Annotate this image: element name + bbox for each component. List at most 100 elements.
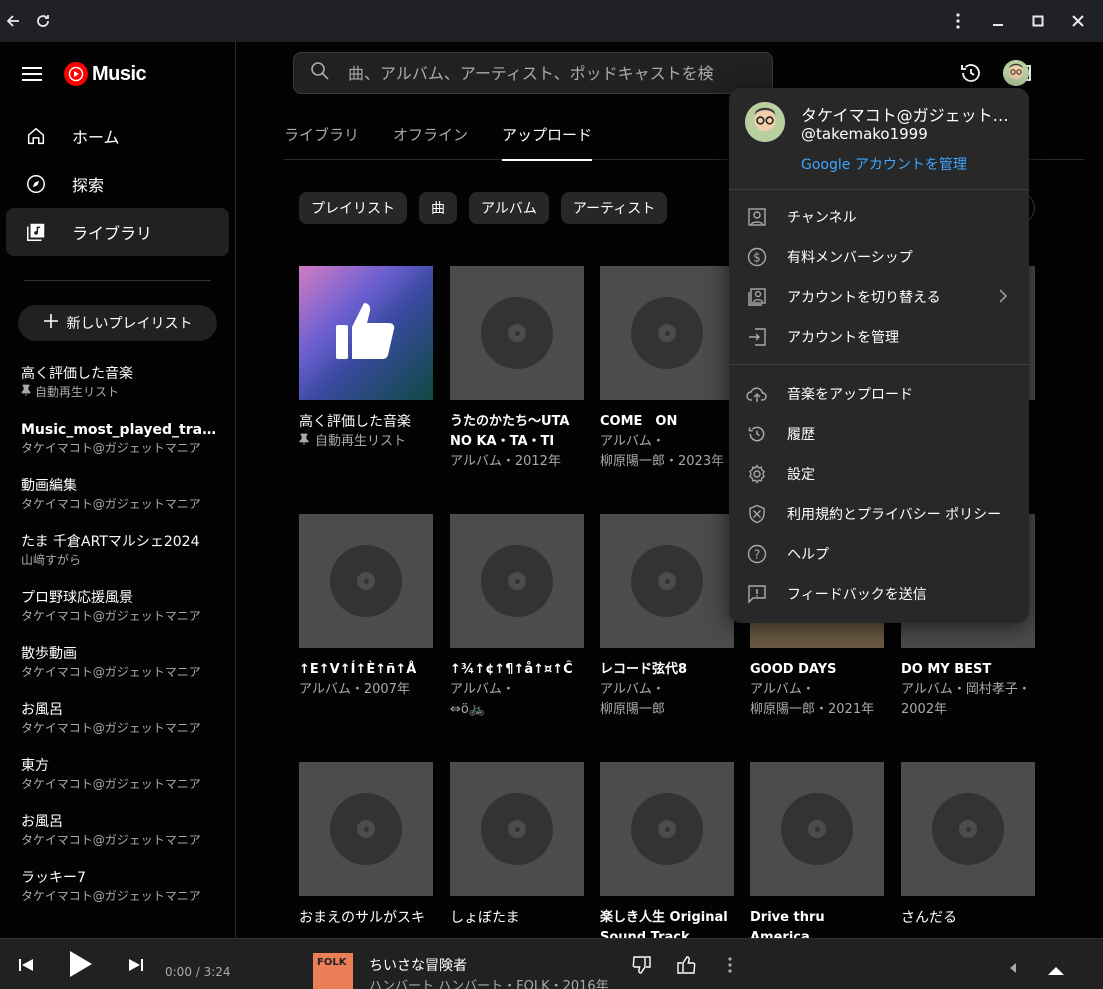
kebab-menu-icon[interactable] (947, 10, 969, 32)
album-thumb (901, 762, 1035, 896)
album-card[interactable]: レコード弦代8 アルバム・ 柳原陽一郎 (600, 514, 734, 720)
search-box[interactable] (293, 52, 773, 94)
menu-item-feedback[interactable]: フィードバックを送信 (729, 574, 1029, 614)
card-sub: 柳原陽一郎・2021年 (750, 702, 875, 717)
previous-track-icon[interactable] (18, 957, 34, 977)
playlist-item[interactable]: お風呂 タケイマコト@ガジェットマニア (21, 813, 235, 869)
manage-google-account-link[interactable]: Google アカウントを管理 (801, 154, 967, 174)
menu-item-settings[interactable]: 設定 (729, 454, 1029, 494)
card-title: Drive thru America (750, 910, 825, 938)
playlist-item[interactable]: お風呂 タケイマコト@ガジェットマニア (21, 701, 235, 757)
album-thumb (600, 514, 734, 648)
playlist-item[interactable]: ラッキー7 タケイマコト@ガジェットマニア (21, 869, 235, 925)
nav-item-explore[interactable]: 探索 (6, 160, 229, 208)
menu-item-channel[interactable]: チャンネル (729, 197, 1029, 237)
card-sub: アルバム・ (600, 682, 665, 697)
thumbs-up-icon[interactable] (676, 955, 696, 979)
album-card[interactable]: さんだる (901, 762, 1035, 928)
chip-artists[interactable]: アーティスト (560, 192, 668, 224)
more-options-icon[interactable] (728, 957, 732, 977)
nav-item-home[interactable]: ホーム (6, 112, 229, 160)
menu-item-terms[interactable]: 利用規約とプライバシー ポリシー (729, 494, 1029, 534)
playlist-title: プロ野球応援風景 (21, 590, 133, 606)
album-card[interactable]: おまえのサルがスキ (299, 762, 433, 928)
library-icon (24, 220, 48, 244)
menu-item-manage-account[interactable]: アカウントを管理 (729, 317, 1029, 357)
back-arrow-icon[interactable] (2, 10, 24, 32)
now-playing-title[interactable]: ちいさな冒険者 (369, 955, 467, 975)
menu-item-help[interactable]: ? ヘルプ (729, 534, 1029, 574)
card-title: うたのかたち〜UTA NO KA・TA・TI [Disc (450, 414, 570, 449)
search-input[interactable] (348, 63, 748, 83)
card-sub: アルバム・2007年 (299, 682, 410, 697)
card-sub: 自動再生リスト (315, 434, 407, 449)
menu-label: フィードバックを送信 (787, 587, 927, 603)
menu-item-switch-account[interactable]: アカウントを切り替える (729, 277, 1029, 317)
thumbs-down-icon[interactable] (632, 955, 652, 979)
youtube-music-logo[interactable]: Music (64, 62, 147, 86)
playlist-item[interactable]: 東方 タケイマコト@ガジェットマニア (21, 757, 235, 813)
album-card[interactable]: 高く評価した音楽 自動再生リスト (299, 266, 433, 452)
album-thumb (600, 762, 734, 896)
menu-label: アカウントを切り替える (787, 290, 941, 306)
history-icon (745, 422, 769, 446)
menu-label: チャンネル (787, 210, 857, 226)
playlist-sub: タケイマコト@ガジェットマニア (21, 665, 201, 679)
menu-label: 利用規約とプライバシー ポリシー (787, 507, 1002, 523)
thumb-label: FOLK (317, 957, 347, 968)
menu-label: 有料メンバーシップ (787, 250, 913, 266)
chip-songs[interactable]: 曲 (419, 192, 457, 224)
nav-label: ホーム (72, 128, 120, 147)
menu-item-history[interactable]: 履歴 (729, 414, 1029, 454)
chip-playlists[interactable]: プレイリスト (299, 192, 407, 224)
album-card[interactable]: Drive thru America (750, 762, 884, 938)
playlist-item[interactable]: 散歩動画 タケイマコト@ガジェットマニア (21, 645, 235, 701)
album-card[interactable]: うたのかたち〜UTA NO KA・TA・TI [Disc アルバム・2012年 (450, 266, 584, 472)
window-titlebar (0, 0, 1103, 42)
pin-icon (21, 383, 31, 401)
next-track-icon[interactable] (128, 957, 144, 977)
tab-uploads[interactable]: アップロード (502, 112, 593, 161)
disc-icon (631, 297, 703, 369)
playlist-item[interactable]: 動画編集 タケイマコト@ガジェットマニア (21, 477, 235, 533)
play-button[interactable] (68, 949, 94, 983)
disc-icon (932, 793, 1004, 865)
maximize-icon[interactable] (1027, 10, 1049, 32)
reload-icon[interactable] (32, 10, 54, 32)
card-sub: アルバム・ (600, 434, 665, 449)
album-card[interactable]: ↑¾↑¢↑¶↑å↑¤↑Ĉ アルバム・ ⇔ö🚲 (450, 514, 584, 720)
volume-caret-icon[interactable] (1009, 959, 1017, 978)
chip-albums[interactable]: アルバム (469, 192, 549, 224)
new-playlist-label: 新しいプレイリスト (66, 316, 193, 332)
menu-item-upload[interactable]: 音楽をアップロード (729, 374, 1029, 414)
album-card[interactable]: しょぼたま (450, 762, 584, 928)
tab-offline[interactable]: オフライン (393, 112, 468, 160)
history-icon[interactable] (959, 61, 983, 89)
menu-label: ヘルプ (787, 547, 829, 563)
playlist-item[interactable]: たま 千倉ARTマルシェ2024 山﨑すがら (21, 533, 235, 589)
disc-icon (330, 793, 402, 865)
playlist-item[interactable]: Music_most_played_tracks タケイマコト@ガジェットマニア (21, 421, 235, 477)
svg-text:?: ? (754, 548, 760, 562)
playlist-item[interactable]: 高く評価した音楽 自動再生リスト (21, 365, 235, 421)
tab-library[interactable]: ライブラリ (284, 112, 359, 160)
card-sub: 柳原陽一郎 (600, 702, 666, 717)
plus-icon (43, 313, 59, 333)
nav-item-library[interactable]: ライブラリ (6, 208, 229, 256)
expand-queue-icon[interactable] (1047, 961, 1065, 980)
disc-icon (781, 793, 853, 865)
album-card[interactable]: 楽しき人生 Original Sound Track (600, 762, 734, 938)
card-title: ↑E↑V↑Í↑È↑ñ↑Å (299, 662, 417, 677)
avatar[interactable] (1003, 60, 1029, 86)
card-sub: 柳原陽一郎・2023年 (600, 454, 725, 469)
minimize-icon[interactable] (987, 10, 1009, 32)
now-playing-subtitle[interactable]: ハンバート ハンバート・FOLK・2016年 (369, 975, 609, 989)
hamburger-menu-icon[interactable] (22, 67, 42, 81)
playlist-item[interactable]: プロ野球応援風景 タケイマコト@ガジェットマニア (21, 589, 235, 645)
album-card[interactable]: ↑E↑V↑Í↑È↑ñ↑Å アルバム・2007年 (299, 514, 433, 700)
close-icon[interactable] (1067, 10, 1089, 32)
card-title: GOOD DAYS (750, 662, 837, 677)
new-playlist-button[interactable]: 新しいプレイリスト (18, 305, 217, 341)
album-card[interactable]: COME ON アルバム・ 柳原陽一郎・2023年 (600, 266, 734, 472)
menu-item-membership[interactable]: $ 有料メンバーシップ (729, 237, 1029, 277)
